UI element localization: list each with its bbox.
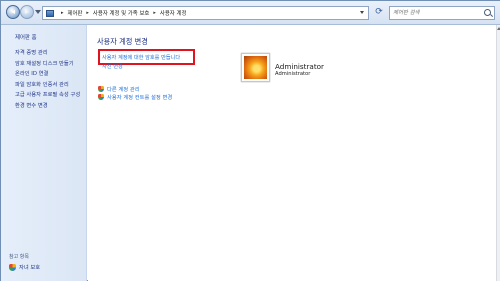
user-account-tile: Administrator Administrator: [239, 50, 338, 85]
breadcrumb-user-accounts[interactable]: 사용자 계정: [160, 9, 187, 17]
address-toolbar: ◂ ▸ ▸ 제어판 ▸ 사용자 계정 및 가족 보호 ▸ 사용자 계정 ⟳: [1, 1, 500, 25]
forward-button[interactable]: ▸: [20, 5, 34, 19]
recent-pages-dropdown[interactable]: [35, 10, 41, 14]
parental-controls-link[interactable]: 자녀 보호: [9, 263, 40, 271]
shield-icon: [9, 263, 16, 271]
control-panel-window: ◂ ▸ ▸ 제어판 ▸ 사용자 계정 및 가족 보호 ▸ 사용자 계정 ⟳ 제어…: [0, 0, 500, 281]
shield-icon: [98, 94, 104, 100]
back-button[interactable]: ◂: [6, 5, 20, 19]
breadcrumb-separator[interactable]: ▸: [86, 10, 89, 16]
control-panel-home-link[interactable]: 제어판 홈: [15, 33, 37, 41]
shield-icon: [98, 86, 104, 92]
address-history-dropdown-icon[interactable]: [360, 11, 364, 14]
left-pane-links: 자격 증명 관리 암호 재설정 디스크 만들기 온라인 ID 연결 파일 암호화…: [15, 48, 80, 111]
breadcrumb-separator[interactable]: ▸: [153, 10, 156, 16]
see-also-heading: 참고 항목: [9, 254, 29, 260]
main-content: 사용자 계정 변경 사용자 계정에 대한 암호를 만듭니다 사진 변경 다른 계…: [88, 25, 496, 281]
link-link-online-ids[interactable]: 온라인 ID 연결: [15, 69, 80, 80]
change-picture-link[interactable]: 사진 변경: [102, 63, 123, 70]
link-manage-credentials[interactable]: 자격 증명 관리: [15, 48, 80, 59]
control-panel-icon: [46, 9, 54, 17]
uac-settings-link[interactable]: 사용자 계정 컨트롤 설정 변경: [98, 93, 172, 101]
search-icon[interactable]: [484, 9, 491, 16]
user-role: Administrator: [275, 71, 311, 77]
page-title: 사용자 계정 변경: [97, 37, 148, 46]
refresh-icon[interactable]: ⟳: [372, 6, 386, 20]
breadcrumb-separator[interactable]: ▸: [61, 10, 64, 16]
user-name: Administrator: [275, 62, 324, 71]
link-manage-file-encryption-certificates[interactable]: 파일 암호화 인증서 관리: [15, 80, 80, 91]
link-create-password-reset-disk[interactable]: 암호 재설정 디스크 만들기: [15, 59, 80, 70]
parental-controls-label: 자녀 보호: [19, 265, 41, 271]
link-change-environment-variables[interactable]: 환경 변수 변경: [15, 101, 80, 112]
breadcrumb-control-panel[interactable]: 제어판: [68, 9, 83, 17]
vertical-scrollbar[interactable]: [496, 25, 500, 281]
manage-another-account-label: 다른 계정 관리: [107, 87, 140, 93]
search-input[interactable]: [390, 7, 482, 19]
left-task-pane: 제어판 홈 자격 증명 관리 암호 재설정 디스크 만들기 온라인 ID 연결 …: [1, 25, 87, 281]
user-picture-image: [244, 56, 267, 79]
create-password-link[interactable]: 사용자 계정에 대한 암호를 만듭니다: [102, 54, 180, 61]
address-bar[interactable]: ▸ 제어판 ▸ 사용자 계정 및 가족 보호 ▸ 사용자 계정: [42, 6, 369, 20]
manage-another-account-link[interactable]: 다른 계정 관리: [98, 85, 140, 93]
breadcrumb-user-accounts-family[interactable]: 사용자 계정 및 가족 보호: [93, 9, 149, 17]
search-box[interactable]: [389, 6, 495, 20]
user-picture: [241, 53, 270, 82]
link-advanced-user-profile-properties[interactable]: 고급 사용자 프로필 속성 구성: [15, 90, 80, 101]
uac-settings-label: 사용자 계정 컨트롤 설정 변경: [107, 95, 173, 101]
